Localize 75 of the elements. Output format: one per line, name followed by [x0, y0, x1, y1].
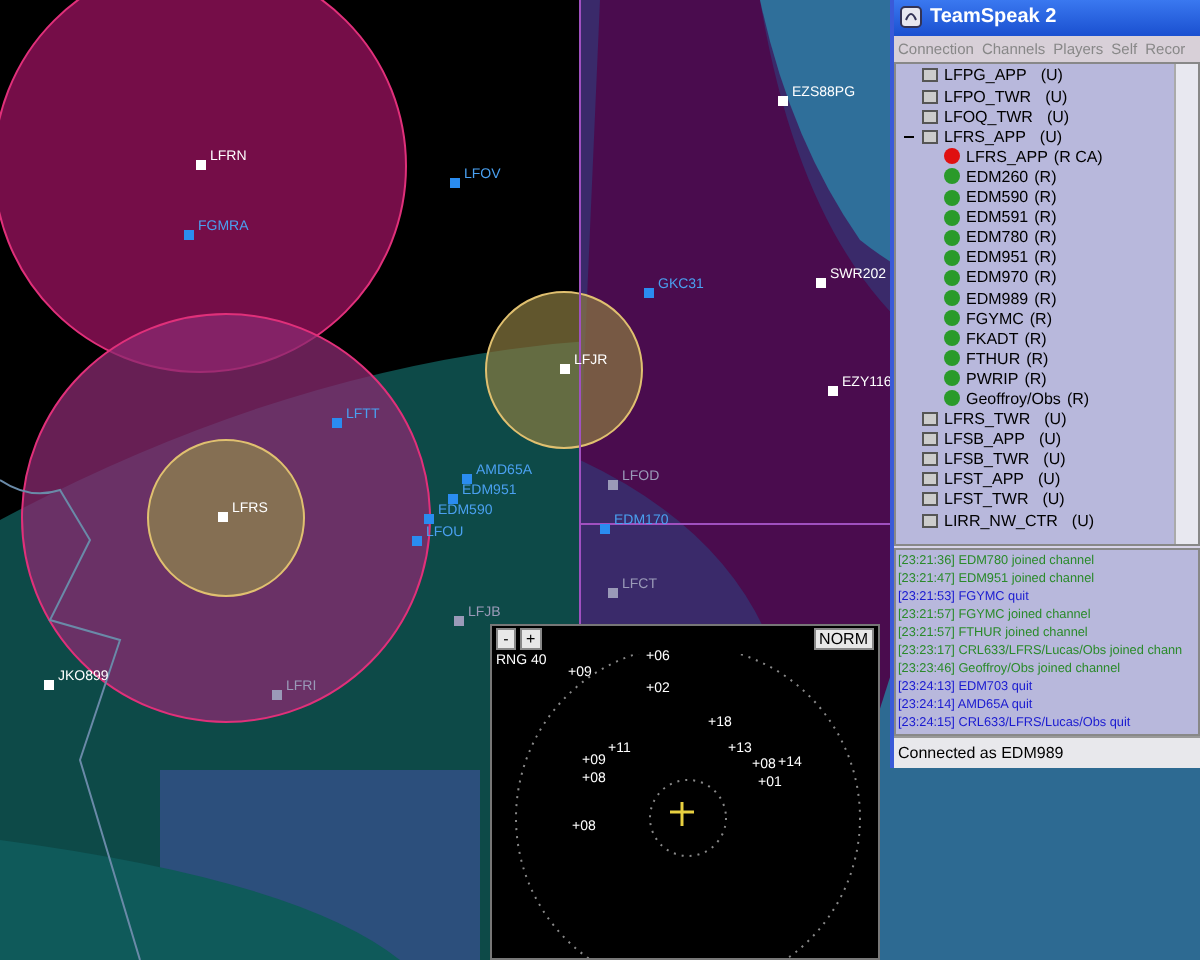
player-status-label: (R)	[1034, 228, 1057, 247]
channel-name[interactable]: LFRS_APP	[944, 127, 1026, 146]
app-icon	[900, 6, 922, 29]
window-title: TeamSpeak 2	[930, 6, 1057, 29]
channel-status-label: (U)	[1042, 490, 1065, 509]
player-name[interactable]: EDM780	[966, 228, 1029, 247]
airport-marker-icon	[196, 160, 206, 170]
airport-marker-icon	[816, 278, 826, 288]
zoom-out-button[interactable]: -	[496, 628, 516, 650]
airport-marker-icon	[44, 680, 54, 690]
airport-marker-icon	[560, 364, 570, 374]
mode-button[interactable]: NORM	[813, 628, 874, 650]
aircraft-marker-icon	[644, 288, 654, 298]
channel-status-label: (U)	[1071, 511, 1095, 530]
channel-name[interactable]: LFOQ_TWR	[944, 107, 1033, 126]
player-status-label: (R)	[1066, 389, 1090, 408]
player-name[interactable]: PWRIP	[966, 369, 1019, 388]
player-name[interactable]: EDM951	[966, 248, 1029, 267]
player-name[interactable]: EDM989	[966, 289, 1029, 307]
collapse-icon[interactable]	[903, 133, 913, 140]
player-name[interactable]: FKADT	[966, 329, 1019, 348]
player-name[interactable]: FGYMC	[966, 309, 1024, 328]
channel-name[interactable]: LFPO_TWR	[944, 87, 1032, 106]
aircraft-marker-icon	[412, 536, 422, 546]
airport-marker-icon	[828, 386, 838, 396]
airfield-marker-icon	[608, 480, 618, 490]
own-aircraft-icon	[670, 802, 694, 826]
airport-marker-icon	[218, 512, 228, 522]
scrollbar[interactable]	[1174, 63, 1198, 545]
player-name[interactable]: FTHUR	[966, 349, 1021, 368]
channel-status-label: (U)	[1040, 66, 1063, 85]
channel-name[interactable]: LFST_TWR	[944, 490, 1029, 509]
player-name[interactable]: EDM591	[966, 208, 1029, 227]
airport-marker-icon	[778, 96, 788, 106]
player-status-label: (R)	[1034, 268, 1057, 287]
channel-name[interactable]: LIRR_NW_CTR	[944, 511, 1058, 530]
player-name[interactable]: EDM970	[966, 268, 1029, 287]
player-status-label: (R)	[1026, 349, 1049, 368]
channel-name[interactable]: LFPG_APP	[944, 66, 1027, 85]
channel-name[interactable]: LFSB_APP	[944, 430, 1025, 449]
player-status-label: (R)	[1034, 208, 1057, 227]
aircraft-marker-icon	[600, 524, 610, 534]
player-name[interactable]: LFRS_APP	[966, 147, 1048, 166]
aircraft-marker-icon	[424, 514, 434, 524]
aircraft-marker-icon	[450, 178, 460, 188]
aircraft-marker-icon	[184, 230, 194, 240]
channel-status-label: (U)	[1038, 430, 1062, 449]
airfield-marker-icon	[608, 588, 618, 598]
aircraft-marker-icon	[462, 474, 472, 484]
channel-name[interactable]: LFSB_TWR	[944, 450, 1030, 469]
player-status-label: (R)	[1034, 167, 1057, 186]
channel-status-label: (U)	[1038, 470, 1061, 489]
player-name[interactable]: EDM590	[966, 188, 1029, 207]
player-status-label: (R)	[1024, 329, 1047, 348]
status-bar: Connected as EDM989	[894, 736, 1200, 768]
player-name[interactable]: Geoffroy/Obs	[966, 389, 1061, 408]
player-name[interactable]: EDM260	[966, 167, 1029, 186]
player-status-label: (R)	[1029, 309, 1052, 328]
channel-status-label: (U)	[1039, 127, 1063, 146]
player-status-label: (R)	[1024, 369, 1047, 388]
player-status-label: (R CA)	[1053, 147, 1103, 166]
channel-name[interactable]: LFST_APP	[944, 470, 1025, 489]
airfield-marker-icon	[272, 690, 282, 700]
channel-status-label: (U)	[1043, 450, 1066, 469]
channel-status-label: (U)	[1045, 87, 1068, 106]
airfield-marker-icon	[454, 616, 464, 626]
channel-status-label: (U)	[1044, 410, 1067, 429]
aircraft-marker-icon	[332, 418, 342, 428]
aircraft-marker-icon	[448, 494, 458, 504]
player-status-label: (R)	[1034, 188, 1057, 207]
channel-name[interactable]: LFRS_TWR	[944, 410, 1031, 429]
player-status-label: (R)	[1034, 289, 1057, 307]
channel-status-label: (U)	[1046, 107, 1070, 126]
player-status-label: (R)	[1034, 248, 1057, 267]
zoom-in-button[interactable]: +	[520, 628, 542, 650]
